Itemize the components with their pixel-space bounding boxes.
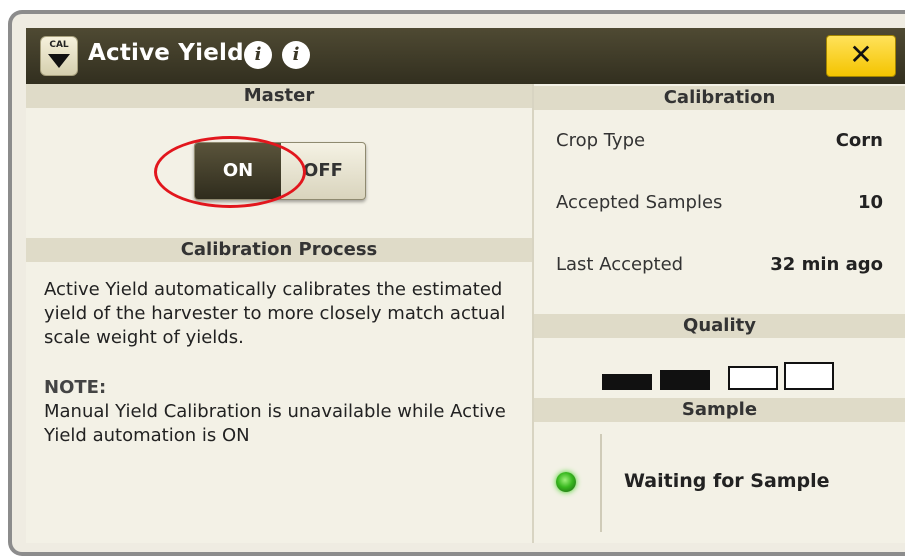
crop-type-value: Corn (835, 130, 883, 151)
crop-type-label: Crop Type (556, 130, 646, 151)
right-panel: Calibration Crop Type Corn Accepted Samp… (534, 84, 905, 543)
process-description: Active Yield automatically calibrates th… (44, 279, 506, 348)
quality-bar-3 (728, 366, 778, 390)
quality-bar-2 (660, 370, 710, 390)
sample-status-indicator (556, 472, 576, 492)
info-icon[interactable]: i (244, 41, 272, 69)
note-text: Manual Yield Calibration is unavailable … (44, 401, 506, 446)
down-arrow-icon (48, 54, 70, 68)
note-label: NOTE: (44, 377, 107, 398)
last-accepted-value: 32 min ago (770, 254, 883, 275)
cal-icon-label: CAL (49, 40, 69, 50)
quality-bar-1 (602, 374, 652, 390)
title-bar: CAL Active Yield i i ✕ (26, 28, 905, 84)
quality-bar-4 (784, 362, 834, 390)
quality-header: Quality (534, 314, 905, 338)
close-button[interactable]: ✕ (826, 35, 896, 77)
sample-status-text: Waiting for Sample (624, 470, 830, 492)
last-accepted-label: Last Accepted (556, 254, 684, 275)
sample-divider (600, 434, 602, 532)
info-details-icon[interactable]: i (282, 41, 310, 69)
accepted-samples-label: Accepted Samples (556, 192, 723, 213)
highlight-ring (154, 136, 306, 208)
page-title: Active Yield (88, 40, 244, 66)
accepted-samples-value: 10 (857, 192, 883, 213)
sample-header: Sample (534, 398, 905, 422)
calibration-menu-icon[interactable]: CAL (40, 36, 78, 76)
quality-meter (602, 360, 838, 390)
left-panel: Master ON OFF Calibration Process Active… (26, 84, 534, 543)
master-header: Master (26, 84, 532, 108)
calibration-header: Calibration (534, 86, 905, 110)
calibration-process-header: Calibration Process (26, 238, 532, 262)
